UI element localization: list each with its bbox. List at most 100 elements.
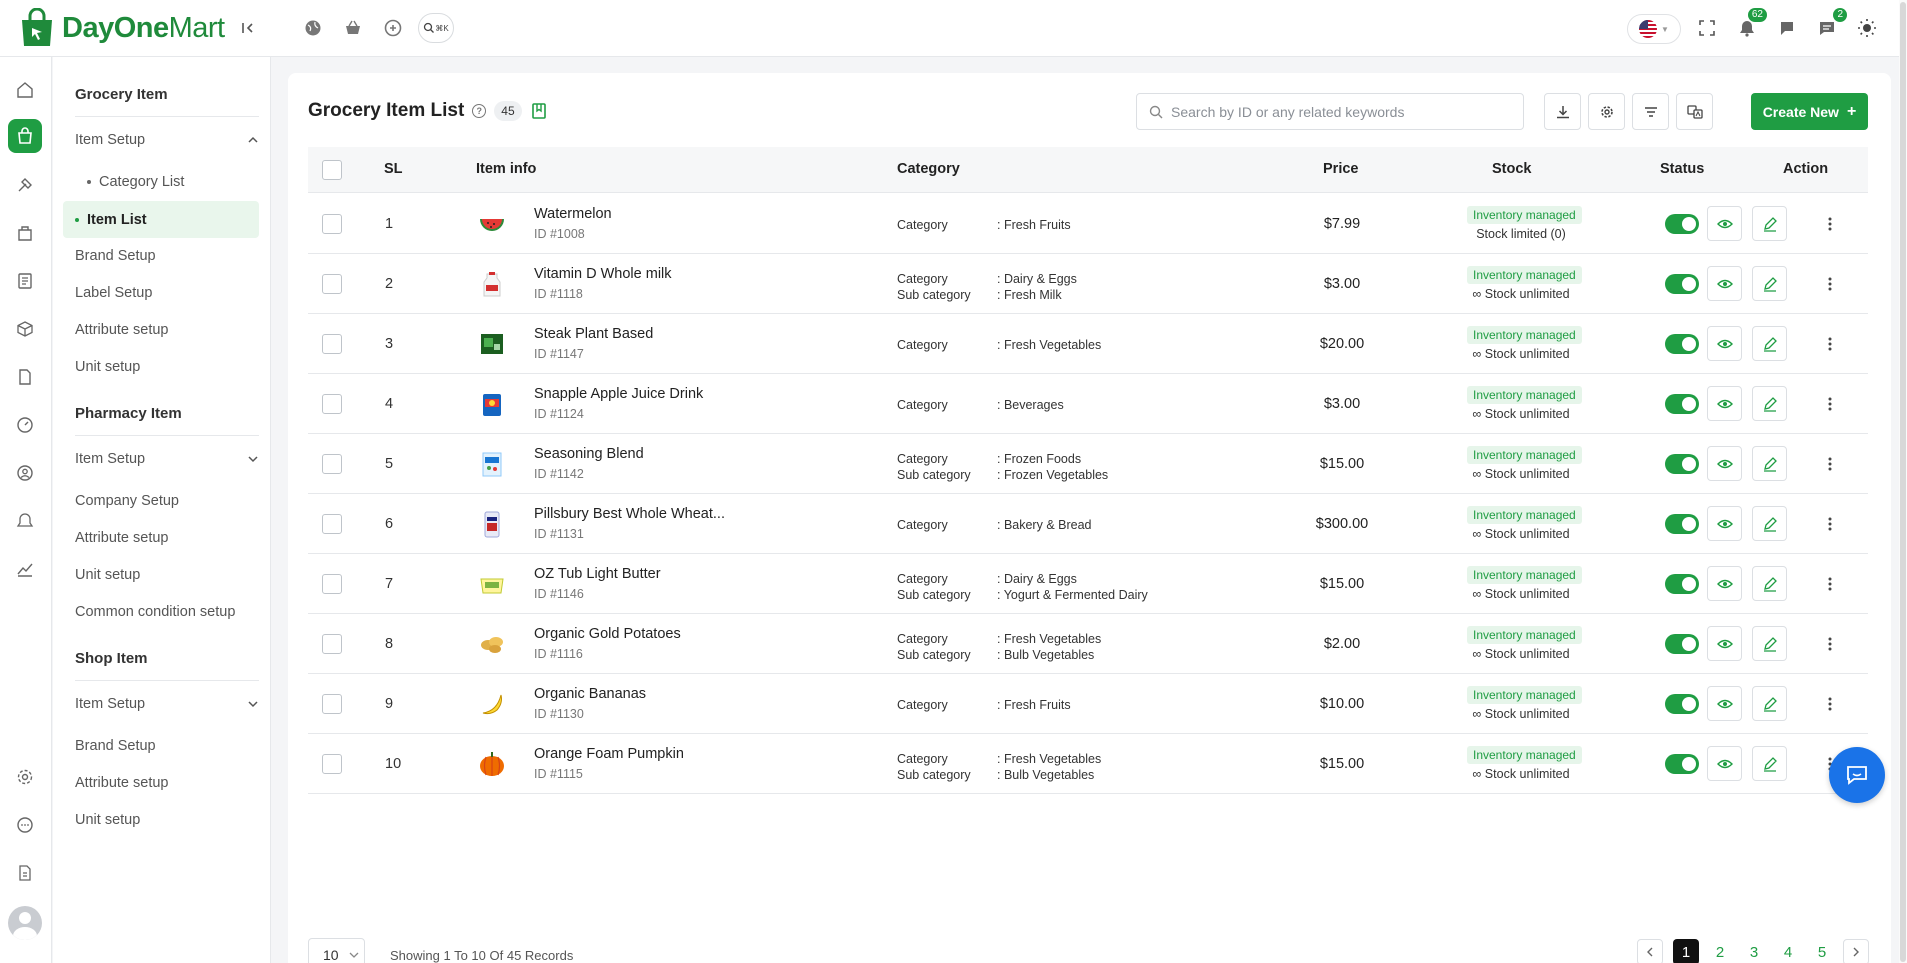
row-checkbox[interactable] <box>322 634 342 654</box>
select-all-checkbox[interactable] <box>322 160 342 180</box>
download-button[interactable] <box>1544 93 1581 130</box>
more-options-icon[interactable] <box>1820 214 1840 234</box>
status-toggle[interactable] <box>1665 574 1699 594</box>
edit-button[interactable] <box>1752 206 1787 241</box>
box-icon[interactable] <box>12 316 38 342</box>
item-name[interactable]: Steak Plant Based <box>534 326 653 342</box>
per-page-select[interactable]: 10 <box>308 938 365 963</box>
row-checkbox[interactable] <box>322 754 342 774</box>
home-icon[interactable] <box>12 77 38 103</box>
view-button[interactable] <box>1707 746 1742 781</box>
item-name[interactable]: Vitamin D Whole milk <box>534 266 672 282</box>
translate-button[interactable] <box>1676 93 1713 130</box>
status-toggle[interactable] <box>1665 694 1699 714</box>
page-button-1[interactable]: 1 <box>1673 939 1699 963</box>
view-button[interactable] <box>1707 266 1742 301</box>
live-chat-button[interactable] <box>1829 747 1885 803</box>
row-checkbox[interactable] <box>322 574 342 594</box>
edit-button[interactable] <box>1752 266 1787 301</box>
item-name[interactable]: Seasoning Blend <box>534 446 644 462</box>
status-toggle[interactable] <box>1665 334 1699 354</box>
item-name[interactable]: Orange Foam Pumpkin <box>534 746 684 762</box>
item-name[interactable]: Organic Gold Potatoes <box>534 626 681 642</box>
gauge-icon[interactable] <box>12 412 38 438</box>
more-options-icon[interactable] <box>1820 454 1840 474</box>
reports-icon[interactable] <box>12 268 38 294</box>
filter-button[interactable] <box>1632 93 1669 130</box>
item-name[interactable]: Watermelon <box>534 206 612 222</box>
status-toggle[interactable] <box>1665 634 1699 654</box>
items-icon[interactable] <box>8 119 42 153</box>
row-checkbox[interactable] <box>322 274 342 294</box>
nav-group-shop-item-setup[interactable]: Item Setup <box>75 696 259 712</box>
file-icon[interactable] <box>12 860 38 886</box>
sidebar-item-pharmacy-unit-setup[interactable]: Unit setup <box>75 567 140 583</box>
pharmacy-icon[interactable] <box>381 16 405 40</box>
view-button[interactable] <box>1707 206 1742 241</box>
status-toggle[interactable] <box>1665 274 1699 294</box>
orders-icon[interactable] <box>12 220 38 246</box>
sidebar-item-attribute-setup[interactable]: Attribute setup <box>75 322 169 338</box>
status-toggle[interactable] <box>1665 754 1699 774</box>
sidebar-item-unit-setup[interactable]: Unit setup <box>75 359 140 375</box>
view-button[interactable] <box>1707 626 1742 661</box>
basket-icon[interactable] <box>341 16 365 40</box>
view-button[interactable] <box>1707 386 1742 421</box>
more-options-icon[interactable] <box>1820 394 1840 414</box>
more-options-icon[interactable] <box>1820 334 1840 354</box>
quick-search-button[interactable]: ⌘K <box>418 13 454 43</box>
row-checkbox[interactable] <box>322 694 342 714</box>
announcement-icon[interactable] <box>1775 16 1799 40</box>
more-options-icon[interactable] <box>1820 274 1840 294</box>
user-icon[interactable] <box>12 460 38 486</box>
row-checkbox[interactable] <box>322 454 342 474</box>
language-selector[interactable]: ▼ <box>1627 14 1681 44</box>
item-name[interactable]: OZ Tub Light Butter <box>534 566 661 582</box>
sidebar-item-label-setup[interactable]: Label Setup <box>75 285 152 301</box>
create-new-button[interactable]: Create New + <box>1751 93 1868 130</box>
notification-bell-icon[interactable]: 62 <box>1735 8 1767 40</box>
prev-page-button[interactable] <box>1637 939 1663 963</box>
page-button-3[interactable]: 3 <box>1741 939 1767 963</box>
status-toggle[interactable] <box>1665 394 1699 414</box>
view-button[interactable] <box>1707 566 1742 601</box>
sidebar-item-company-setup[interactable]: Company Setup <box>75 493 179 509</box>
analytics-icon[interactable] <box>12 556 38 582</box>
bookmark-guide-icon[interactable] <box>530 102 548 120</box>
more-options-icon[interactable] <box>1820 634 1840 654</box>
page-button-4[interactable]: 4 <box>1775 939 1801 963</box>
bell-icon[interactable] <box>12 508 38 534</box>
page-scrollbar[interactable] <box>1899 0 1907 963</box>
edit-button[interactable] <box>1752 626 1787 661</box>
fullscreen-icon[interactable] <box>1695 16 1719 40</box>
settings-gear-icon[interactable] <box>12 764 38 790</box>
edit-button[interactable] <box>1752 326 1787 361</box>
tools-icon[interactable] <box>12 172 38 198</box>
search-input[interactable] <box>1171 103 1501 120</box>
sidebar-item-shop-attribute-setup[interactable]: Attribute setup <box>75 775 169 791</box>
edit-button[interactable] <box>1752 506 1787 541</box>
status-toggle[interactable] <box>1665 514 1699 534</box>
more-options-icon[interactable] <box>1820 574 1840 594</box>
nav-group-pharmacy-item-setup[interactable]: Item Setup <box>75 451 259 467</box>
page-button-2[interactable]: 2 <box>1707 939 1733 963</box>
sidebar-item-category-list[interactable]: Category List <box>87 174 184 190</box>
more-options-icon[interactable] <box>1820 514 1840 534</box>
row-checkbox[interactable] <box>322 514 342 534</box>
next-page-button[interactable] <box>1843 939 1869 963</box>
messages-icon[interactable]: 2 <box>1815 8 1847 40</box>
help-icon[interactable]: ? <box>472 104 487 118</box>
view-button[interactable] <box>1707 686 1742 721</box>
view-button[interactable] <box>1707 506 1742 541</box>
edit-button[interactable] <box>1752 746 1787 781</box>
document-icon[interactable] <box>12 364 38 390</box>
sidebar-item-item-list[interactable]: Item List <box>63 201 259 238</box>
item-name[interactable]: Snapple Apple Juice Drink <box>534 386 703 402</box>
sidebar-item-shop-brand-setup[interactable]: Brand Setup <box>75 738 156 754</box>
theme-toggle-icon[interactable] <box>1855 16 1879 40</box>
status-toggle[interactable] <box>1665 214 1699 234</box>
chat-icon[interactable] <box>12 812 38 838</box>
sidebar-item-pharmacy-attribute-setup[interactable]: Attribute setup <box>75 530 169 546</box>
row-checkbox[interactable] <box>322 214 342 234</box>
nav-group-grocery-item-setup[interactable]: Item Setup <box>75 132 259 148</box>
